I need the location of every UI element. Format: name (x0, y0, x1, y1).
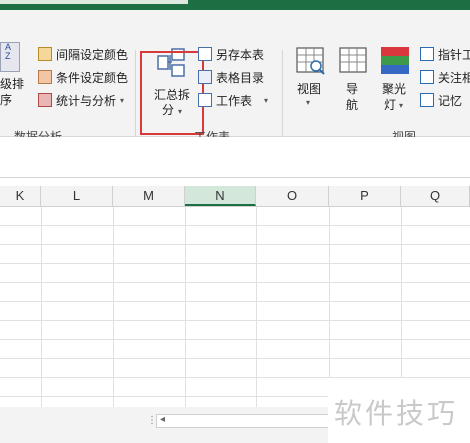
group-separator (135, 50, 136, 136)
chevron-down-icon: ▾ (399, 101, 404, 110)
focus-label-2[interactable]: 灯 (384, 98, 396, 113)
focus-spotlight-icon[interactable] (381, 47, 409, 74)
memory-label: 记忆 (438, 93, 463, 108)
conditional-color-button[interactable]: 条件设定颜色 (38, 68, 128, 86)
sort-icon[interactable]: AZ (0, 42, 20, 72)
column-header-q[interactable]: Q (401, 186, 470, 206)
stats-analysis-label: 统计与分析 (56, 93, 117, 108)
column-header-m[interactable]: M (113, 186, 185, 206)
pointer-tool-button[interactable]: 指针工 (420, 45, 470, 63)
column-header-l[interactable]: L (41, 186, 113, 206)
column-header-p[interactable]: P (329, 186, 401, 206)
active-tab-strip (0, 0, 188, 4)
focus-related-button[interactable]: 关注相 (420, 68, 470, 86)
column-header-row: K L M N O P Q (0, 186, 470, 207)
stats-analysis-icon (38, 93, 52, 107)
sort-label-2[interactable]: 序 (0, 93, 12, 108)
focus-related-label: 关注相 (438, 70, 470, 85)
conditional-color-icon (38, 70, 52, 84)
sheet-directory-icon (198, 70, 212, 84)
worksheet-menu-button[interactable]: 工作表 ▾ (198, 91, 268, 109)
cell-grid[interactable] (0, 207, 470, 407)
save-sheet-icon (198, 47, 212, 61)
worksheet-icon (198, 93, 212, 107)
stats-analysis-button[interactable]: 统计与分析 ▾ (38, 91, 124, 109)
sort-label[interactable]: 级排 (0, 77, 24, 92)
view-label[interactable]: 视图 (297, 82, 321, 97)
scroll-left-icon[interactable]: ◂ (160, 414, 165, 425)
view-icon[interactable] (296, 46, 326, 76)
ribbon: AZ 级排 序 间隔设定颜色 条件设定颜色 统计与分析 ▾ 数据分析 汇总拆 分… (0, 10, 470, 144)
navigation-icon[interactable] (339, 46, 367, 76)
column-header-o[interactable]: O (256, 186, 329, 206)
conditional-color-label: 条件设定颜色 (56, 70, 129, 85)
chevron-down-icon: ▾ (306, 98, 311, 107)
watermark: 软件技巧 (328, 378, 470, 443)
memory-button[interactable]: 记忆 (420, 91, 462, 109)
memory-icon (420, 93, 434, 107)
column-header-n[interactable]: N (185, 186, 256, 206)
column-header-k[interactable]: K (0, 186, 41, 206)
sheet-directory-label: 表格目录 (216, 70, 265, 85)
group-separator (282, 50, 283, 136)
chevron-down-icon: ▾ (120, 95, 125, 105)
navigation-label[interactable]: 导 (346, 82, 358, 97)
interval-color-label: 间隔设定颜色 (56, 47, 129, 62)
focus-related-icon (420, 70, 434, 84)
pointer-tool-icon (420, 47, 434, 61)
chevron-down-icon: ▾ (264, 95, 269, 105)
interval-color-button[interactable]: 间隔设定颜色 (38, 45, 128, 63)
worksheet-menu-label: 工作表 (216, 93, 253, 108)
focus-label[interactable]: 聚光 (382, 82, 406, 97)
pointer-tool-label: 指针工 (438, 47, 470, 62)
title-bar (0, 0, 470, 10)
formula-bar[interactable] (0, 137, 470, 178)
interval-color-icon (38, 47, 52, 61)
watermark-text: 软件技巧 (334, 397, 459, 430)
navigation-label-2[interactable]: 航 (346, 98, 358, 113)
save-sheet-button[interactable]: 另存本表 (198, 45, 264, 63)
save-sheet-label: 另存本表 (216, 47, 265, 62)
highlight-box (140, 51, 204, 135)
sheet-directory-button[interactable]: 表格目录 (198, 68, 264, 86)
